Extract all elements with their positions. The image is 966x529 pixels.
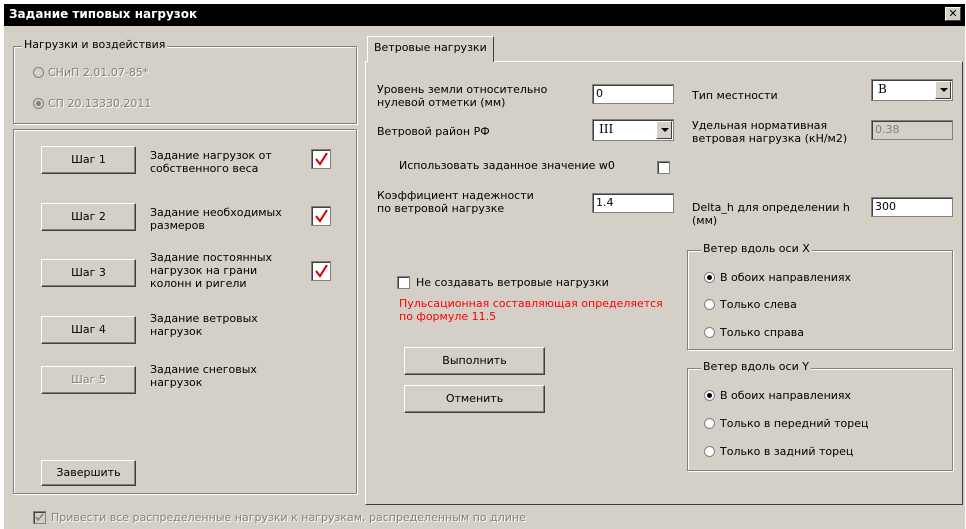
radio-wind-y-back[interactable] [704, 446, 715, 457]
radio-wind-y-front-label: Только в передний торец [720, 417, 869, 430]
step-1-done-checkbox [311, 149, 331, 169]
radio-snip-label: СНиП 2.01.07-85* [48, 66, 149, 79]
no-wind-label: Не создавать ветровые нагрузки [416, 276, 609, 289]
delta-h-label: Delta_h для определении h (мм) [692, 201, 850, 227]
step-4-description: Задание ветровых нагрузок [150, 312, 258, 338]
radio-wind-y-front[interactable] [704, 418, 715, 429]
terrain-label: Тип местности [692, 89, 778, 102]
norms-group-legend: Нагрузки и воздействия [22, 38, 168, 51]
wind-x-legend: Ветер вдоль оси X [701, 242, 812, 255]
execute-button[interactable]: Выполнить [404, 347, 545, 375]
step-3-description: Задание постоянных нагрузок на грани колон… [150, 251, 273, 290]
wind-region-value: III [599, 122, 614, 136]
norms-group [13, 46, 357, 124]
reliability-input[interactable]: 1.4 [592, 193, 674, 213]
radio-wind-x-right-label: Только справа [720, 326, 805, 339]
checkmark-icon [315, 209, 328, 223]
wind-region-select[interactable]: III [592, 119, 674, 141]
title-bar[interactable]: Задание типовых нагрузок ✕ [4, 4, 965, 26]
radio-wind-x-right[interactable] [704, 327, 715, 338]
radio-snip[interactable] [33, 67, 44, 78]
step-3-button[interactable]: Шаг 3 [41, 259, 136, 287]
no-wind-checkbox[interactable] [397, 276, 410, 289]
step-1-description: Задание нагрузок от собственного веса [150, 149, 272, 175]
cancel-button[interactable]: Отменить [404, 385, 545, 413]
norm-load-label: Удельная нормативная ветровая нагрузка (к… [692, 119, 848, 145]
ground-level-input[interactable]: 0 [592, 84, 674, 104]
step-2-done-checkbox [311, 206, 331, 226]
checkmark-icon [315, 152, 328, 166]
reliability-label: Коэффициент надежности по ветровой нагруз… [377, 189, 534, 215]
terrain-value: B [878, 82, 887, 96]
finish-button[interactable]: Завершить [41, 460, 136, 486]
radio-wind-y-both-label: В обоих направлениях [720, 389, 852, 402]
distribute-loads-label: Привести все распределенные нагрузки к н… [51, 511, 526, 524]
radio-wind-x-left-label: Только слева [720, 298, 797, 311]
step-5-button[interactable]: Шаг 5 [41, 366, 136, 394]
checkmark-icon [35, 513, 44, 522]
dialog-window: Задание типовых нагрузок ✕ Нагрузки и во… [3, 3, 965, 529]
radio-wind-x-both[interactable] [704, 272, 715, 283]
tab-wind-loads[interactable]: Ветровые нагрузки [367, 36, 494, 62]
window-title: Задание типовых нагрузок [9, 7, 198, 21]
distribute-loads-checkbox[interactable] [33, 511, 46, 524]
wind-region-label: Ветровой район РФ [377, 125, 490, 138]
step-4-button[interactable]: Шаг 4 [41, 316, 136, 344]
use-w0-label: Использовать заданное значение w0 [399, 159, 615, 172]
ground-level-label: Уровень земли относительно нулевой отметк… [377, 83, 548, 109]
checkmark-icon [315, 264, 328, 278]
norm-load-input[interactable]: 0.38 [871, 120, 953, 140]
radio-wind-x-both-label: В обоих направлениях [720, 271, 852, 284]
step-3-done-checkbox [311, 261, 331, 281]
use-w0-checkbox[interactable] [657, 161, 670, 174]
chevron-down-icon[interactable] [935, 81, 951, 99]
radio-wind-y-back-label: Только в задний торец [720, 445, 854, 458]
step-5-description: Задание снеговых нагрузок [150, 363, 257, 389]
chevron-down-icon[interactable] [656, 121, 672, 139]
radio-wind-x-left[interactable] [704, 299, 715, 310]
radio-wind-y-both[interactable] [704, 390, 715, 401]
step-2-description: Задание необходимых размеров [150, 206, 282, 232]
step-1-button[interactable]: Шаг 1 [41, 146, 136, 174]
radio-sp-label: СП 20.13330.2011 [48, 97, 152, 110]
terrain-select[interactable]: B [871, 79, 953, 101]
radio-sp[interactable] [33, 98, 44, 109]
wind-y-legend: Ветер вдоль оси Y [701, 360, 811, 373]
pulsation-note: Пульсационная составляющая определяется п… [399, 297, 663, 323]
close-button[interactable]: ✕ [945, 7, 961, 21]
step-2-button[interactable]: Шаг 2 [41, 203, 136, 231]
delta-h-input[interactable]: 300 [871, 197, 953, 217]
